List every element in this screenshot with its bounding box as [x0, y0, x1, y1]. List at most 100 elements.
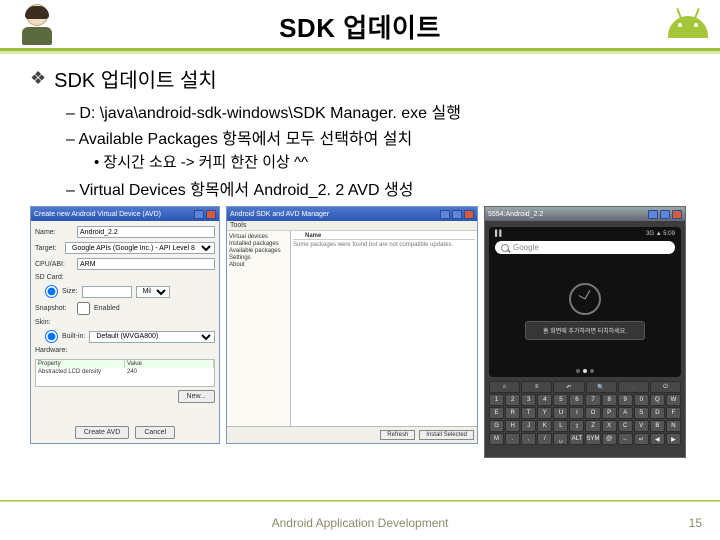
key-1[interactable]: 1 [489, 394, 504, 406]
key-↵[interactable]: ↵ [634, 433, 649, 445]
key-3[interactable]: 3 [521, 394, 536, 406]
key-⇧[interactable]: ⇧ [569, 420, 584, 432]
sidebar-item-available[interactable]: Available packages [229, 248, 288, 254]
cancel-button[interactable]: Cancel [135, 426, 175, 439]
close-icon[interactable] [464, 210, 474, 219]
key-,[interactable]: , [521, 433, 536, 445]
minimize-icon[interactable] [648, 210, 658, 219]
key-L[interactable]: L [553, 420, 568, 432]
key-H[interactable]: H [505, 420, 520, 432]
key-Q[interactable]: Q [650, 394, 665, 406]
key-0[interactable]: 0 [634, 394, 649, 406]
create-avd-button[interactable]: Create AVD [75, 426, 129, 439]
key-S[interactable]: S [634, 407, 649, 419]
refresh-button[interactable]: Refresh [380, 430, 415, 440]
key-/[interactable]: / [537, 433, 552, 445]
key-E[interactable]: E [489, 407, 504, 419]
key-O[interactable]: O [585, 407, 600, 419]
back-key[interactable]: ↶ [553, 381, 584, 393]
key-Z[interactable]: Z [585, 420, 600, 432]
sdcard-size-radio[interactable] [45, 285, 58, 298]
key-␣[interactable]: ␣ [553, 433, 568, 445]
maximize-icon[interactable] [452, 210, 462, 219]
menubar[interactable]: Tools [227, 221, 477, 231]
key-◀[interactable]: ◀ [650, 433, 665, 445]
close-icon[interactable] [206, 210, 216, 219]
key-N[interactable]: N [666, 420, 681, 432]
key-7[interactable]: 7 [585, 394, 600, 406]
call-key[interactable]: 📞 [618, 381, 649, 393]
home-key[interactable]: ⌂ [489, 381, 520, 393]
titlebar: 5554:Android_2.2 [485, 207, 685, 221]
name-label: Name: [35, 229, 73, 236]
key-T[interactable]: T [521, 407, 536, 419]
key-K[interactable]: K [537, 420, 552, 432]
key-9[interactable]: 9 [618, 394, 633, 406]
sidebar-item-settings[interactable]: Settings [229, 255, 288, 261]
key-@[interactable]: @ [602, 433, 617, 445]
new-hardware-button[interactable]: New... [178, 390, 215, 403]
name-input[interactable] [77, 226, 215, 238]
key-6[interactable]: 6 [569, 394, 584, 406]
key-Y[interactable]: Y [537, 407, 552, 419]
close-icon[interactable] [672, 210, 682, 219]
key-5[interactable]: 5 [553, 394, 568, 406]
emulator-screen[interactable]: ▌▌ 3G ▲ 5:09 Google 홈 화면에 추가하려면 터치하세요. [489, 227, 681, 377]
key-←[interactable]: ← [618, 433, 633, 445]
key-2[interactable]: 2 [505, 394, 520, 406]
table-row[interactable]: Abstracted LCD density240 [36, 368, 214, 376]
cpu-input[interactable] [77, 258, 215, 270]
sdcard-size-input[interactable] [82, 286, 132, 298]
snapshot-label: Snapshot: [35, 305, 73, 312]
key-D[interactable]: D [650, 407, 665, 419]
end-key[interactable]: ⏻ [650, 381, 681, 393]
screenshots-row: Create new Android Virtual Device (AVD) … [0, 202, 720, 458]
maximize-icon[interactable] [660, 210, 670, 219]
key-A[interactable]: A [618, 407, 633, 419]
key-R[interactable]: R [505, 407, 520, 419]
skin-select[interactable]: Default (WVGA800) [89, 331, 215, 343]
key-I[interactable]: I [569, 407, 584, 419]
cpu-label: CPU/ABI: [35, 261, 73, 268]
key-SYM[interactable]: SYM [585, 433, 600, 445]
key-8[interactable]: 8 [602, 394, 617, 406]
skin-builtin-radio[interactable] [45, 330, 58, 343]
main-area: Virtual devices Installed packages Avail… [227, 231, 477, 426]
key-U[interactable]: U [553, 407, 568, 419]
minimize-icon[interactable] [440, 210, 450, 219]
sidebar-item-virtual-devices[interactable]: Virtual devices [229, 234, 288, 240]
key-P[interactable]: P [602, 407, 617, 419]
key-J[interactable]: J [521, 420, 536, 432]
home-tip[interactable]: 홈 화면에 추가하려면 터치하세요. [525, 321, 645, 340]
key-W[interactable]: W [666, 394, 681, 406]
snapshot-checkbox[interactable] [77, 302, 90, 315]
key-F[interactable]: F [666, 407, 681, 419]
search-key[interactable]: 🔍 [586, 381, 617, 393]
target-select[interactable]: Google APIs (Google Inc.) - API Level 8 [65, 242, 215, 254]
sdcard-unit-select[interactable]: MiB [136, 286, 170, 298]
key-C[interactable]: C [618, 420, 633, 432]
key-G[interactable]: G [489, 420, 504, 432]
key-V[interactable]: V [634, 420, 649, 432]
key-ALT[interactable]: ALT [569, 433, 584, 445]
clock-widget[interactable] [569, 283, 601, 315]
bullet-item: Available Packages 항목에서 모두 선택하여 설치 [66, 125, 690, 149]
key-▶[interactable]: ▶ [666, 433, 681, 445]
search-icon [501, 244, 509, 252]
key-X[interactable]: X [602, 420, 617, 432]
key-M[interactable]: M [489, 433, 504, 445]
key-4[interactable]: 4 [537, 394, 552, 406]
minimize-icon[interactable] [194, 210, 204, 219]
menu-key[interactable]: ≡ [521, 381, 552, 393]
hardware-label: Hardware: [35, 347, 73, 354]
slide: SDK 업데이트 ❖ SDK 업데이트 설치 D: \java\android-… [0, 0, 720, 540]
google-search-widget[interactable]: Google [495, 241, 675, 254]
install-selected-button[interactable]: Install Selected [419, 430, 474, 440]
titlebar: Android SDK and AVD Manager [227, 207, 477, 221]
sidebar-item-about[interactable]: About [229, 262, 288, 268]
key-.[interactable]: . [505, 433, 520, 445]
sidebar-item-installed[interactable]: Installed packages [229, 241, 288, 247]
key-B[interactable]: B [650, 420, 665, 432]
status-right: 3G ▲ 5:09 [646, 231, 675, 237]
diamond-bullet-icon: ❖ [30, 68, 46, 89]
